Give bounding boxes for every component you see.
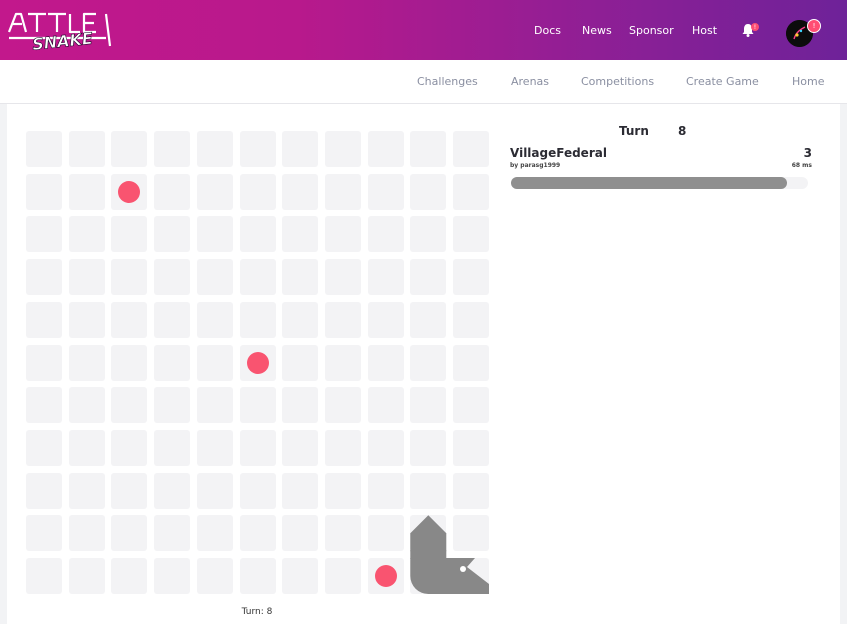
- subnav-competitions[interactable]: Competitions: [581, 60, 654, 104]
- turn-label: Turn: [619, 124, 649, 138]
- snake-latency: 68 ms: [791, 162, 812, 169]
- subnav-challenges[interactable]: Challenges: [417, 60, 478, 104]
- profile-badge: !: [807, 19, 821, 33]
- subnav-home[interactable]: Home: [792, 60, 824, 104]
- snake-segment: [445, 558, 454, 594]
- snake-body: [410, 515, 489, 594]
- turn-caption: Turn: 8: [241, 607, 273, 617]
- nav-news[interactable]: News: [582, 24, 612, 37]
- health-bar: [511, 177, 808, 189]
- game-board[interactable]: [26, 131, 489, 594]
- snake-segment: [410, 558, 447, 594]
- snake-name: VillageFederal: [510, 146, 607, 160]
- nav-sponsor[interactable]: Sponsor: [629, 24, 674, 37]
- secondary-nav: Challenges Arenas Competitions Create Ga…: [0, 60, 847, 104]
- snake-segment: [410, 550, 447, 559]
- svg-text:SNAKE: SNAKE: [31, 29, 93, 52]
- nav-docs[interactable]: Docs: [534, 24, 561, 37]
- snake-author: by parasg1999: [510, 162, 561, 169]
- health-bar-fill: [511, 177, 788, 189]
- snake-head: [453, 558, 489, 594]
- snake-length: 3: [803, 146, 812, 160]
- turn-value: 8: [678, 124, 687, 138]
- top-bar: SNAKE Docs News Sponsor Host ! !: [0, 0, 847, 60]
- subnav-arenas[interactable]: Arenas: [511, 60, 549, 104]
- snake-tail: [410, 515, 447, 552]
- nav-host[interactable]: Host: [692, 24, 717, 37]
- subnav-create-game[interactable]: Create Game: [686, 60, 759, 104]
- notification-badge: !: [751, 23, 759, 31]
- battlesnake-logo[interactable]: SNAKE: [6, 8, 114, 52]
- snake-eye: [460, 566, 466, 572]
